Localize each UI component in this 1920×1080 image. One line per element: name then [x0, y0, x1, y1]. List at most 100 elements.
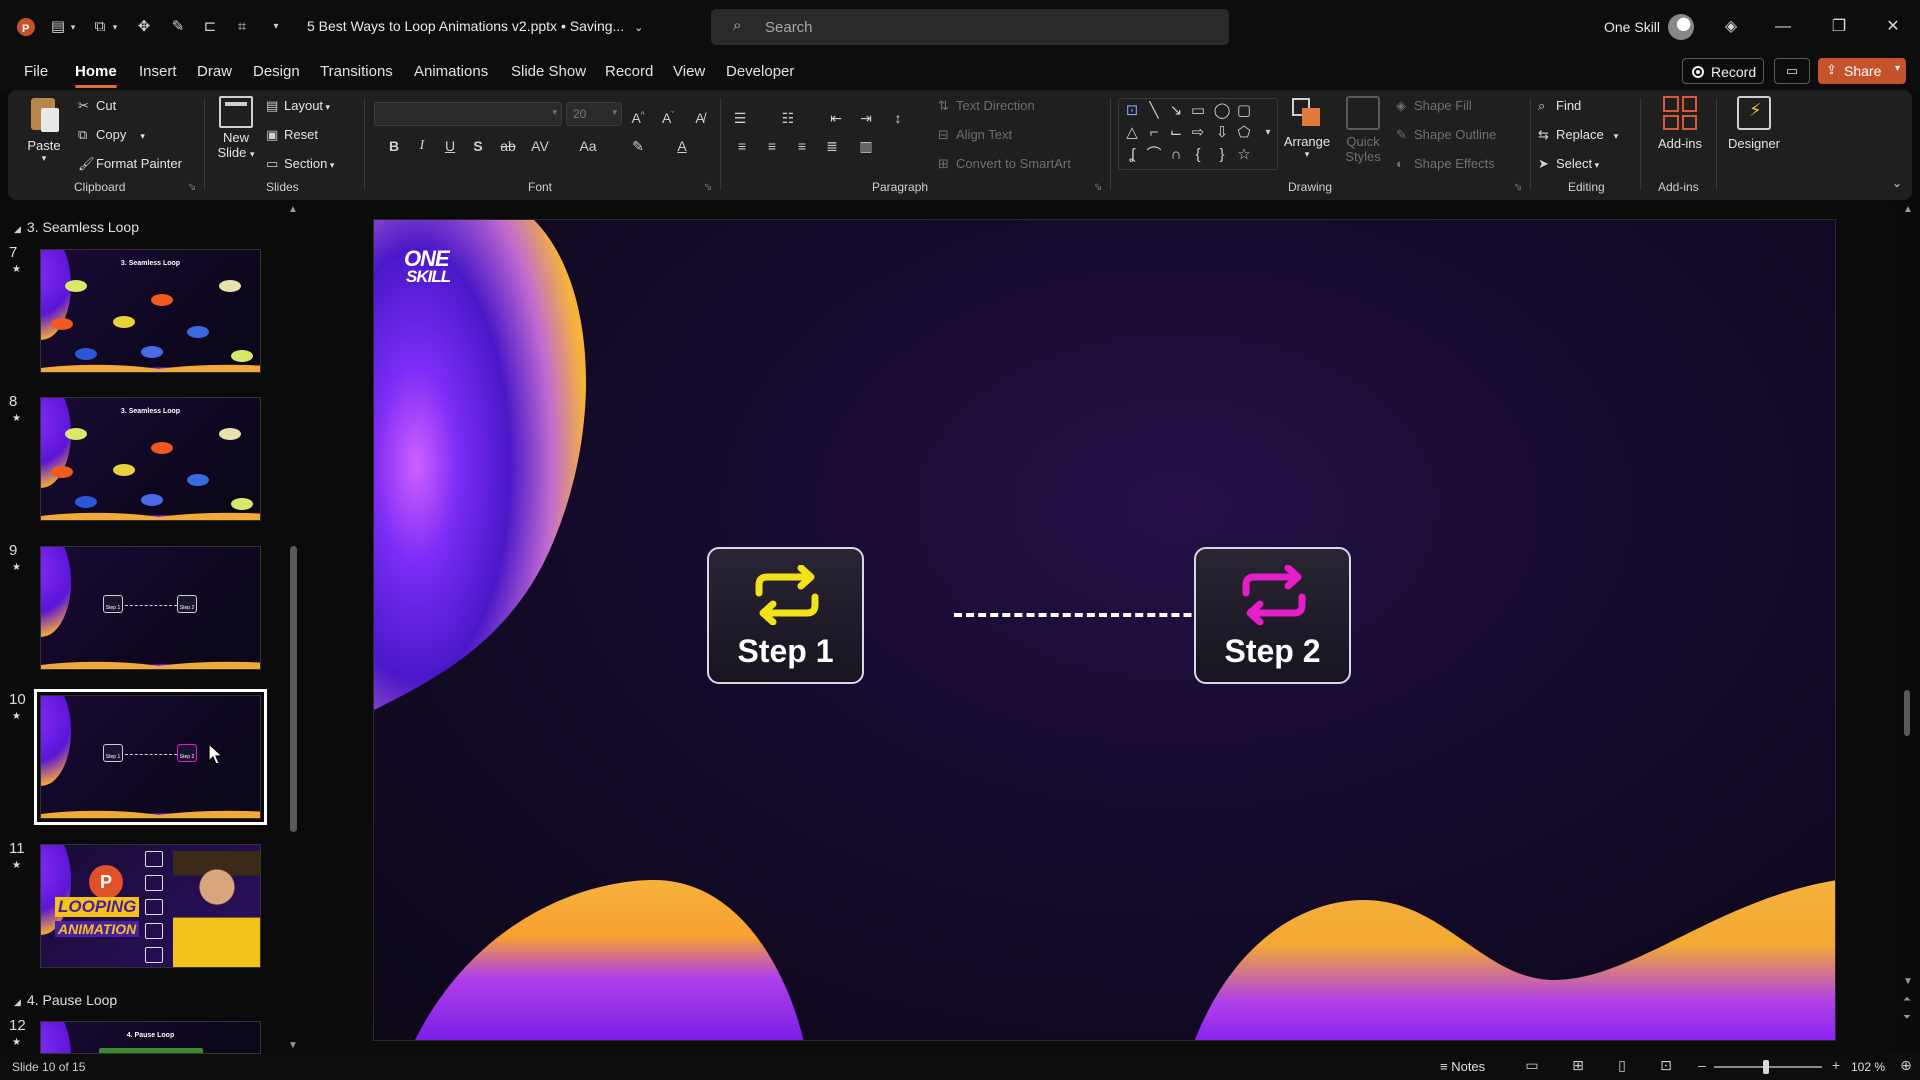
dialog-launcher-icon[interactable]: ⬂: [704, 182, 712, 193]
document-title[interactable]: 5 Best Ways to Loop Animations v2.pptx •…: [307, 18, 643, 34]
brace-right-shape-icon[interactable]: }: [1212, 146, 1232, 164]
collapse-triangle-icon[interactable]: ◢: [14, 997, 21, 1007]
quick-styles-button[interactable]: Quick Styles: [1338, 96, 1388, 164]
slide-thumbnail-8[interactable]: 3. Seamless Loop: [40, 397, 261, 521]
layout-button[interactable]: ▤ Layout ▾: [266, 98, 330, 114]
step-2-box[interactable]: Step 2: [1194, 547, 1351, 684]
align-right-icon[interactable]: ≡: [792, 138, 812, 154]
chevron-down-icon[interactable]: ⌄: [634, 22, 643, 34]
reading-view-icon[interactable]: ▯: [1612, 1057, 1632, 1075]
slide-thumbnail-9[interactable]: Step 1 Step 2: [40, 546, 261, 670]
decrease-indent-icon[interactable]: ⇤: [826, 110, 846, 127]
arrow-line-shape-icon[interactable]: ↘: [1166, 102, 1186, 120]
slide-sorter-view-icon[interactable]: ⊞: [1568, 1057, 1588, 1075]
change-case-icon[interactable]: Aa: [578, 138, 598, 154]
step-1-box[interactable]: Step 1: [707, 547, 864, 684]
search-input[interactable]: ⌕ Search: [711, 9, 1229, 45]
clear-formatting-icon[interactable]: A̸: [690, 110, 710, 126]
rounded-rect-shape-icon[interactable]: ▢: [1234, 102, 1254, 120]
dialog-launcher-icon[interactable]: ⬂: [188, 182, 196, 193]
tab-file[interactable]: File: [24, 63, 48, 80]
align-text-button[interactable]: ⊟ Align Text: [938, 127, 1012, 143]
comments-button[interactable]: ▭: [1774, 58, 1810, 84]
flowchart-shape-icon[interactable]: ⬠: [1234, 124, 1254, 142]
tab-design[interactable]: Design: [253, 63, 300, 80]
dialog-launcher-icon[interactable]: ⬂: [1514, 182, 1522, 193]
addins-button[interactable]: Add-ins: [1648, 96, 1712, 151]
tab-view[interactable]: View: [673, 63, 705, 80]
align-icon[interactable]: ⊏: [200, 17, 220, 37]
zoom-in-icon[interactable]: +: [1826, 1057, 1846, 1075]
record-button[interactable]: Record: [1682, 58, 1764, 84]
layout-icon[interactable]: ⧉: [90, 17, 110, 37]
collapse-triangle-icon[interactable]: ◢: [14, 224, 21, 234]
align-center-icon[interactable]: ≡: [762, 138, 782, 154]
brush-icon[interactable]: ✎: [168, 17, 188, 37]
align-left-icon[interactable]: ≡: [732, 138, 752, 154]
slide-10[interactable]: ONE SKILL Step 1 Step 2: [373, 219, 1836, 1041]
numbering-icon[interactable]: ☷: [778, 110, 798, 127]
paste-button[interactable]: Paste ▾: [22, 96, 66, 164]
slide-show-view-icon[interactable]: ⊡: [1656, 1057, 1676, 1075]
strikethrough-icon[interactable]: ab: [498, 138, 518, 154]
close-icon[interactable]: ✕: [1880, 14, 1906, 40]
underline-icon[interactable]: U: [440, 138, 460, 154]
scroll-up-icon[interactable]: ▲: [1903, 204, 1913, 215]
scroll-down-icon[interactable]: ▼: [1903, 976, 1913, 987]
canvas-scrollbar[interactable]: [1900, 206, 1914, 1046]
justify-icon[interactable]: ≣: [822, 138, 842, 155]
shadow-icon[interactable]: S: [468, 138, 488, 154]
font-name-combo[interactable]: ▾: [374, 102, 562, 126]
decrease-font-icon[interactable]: Aˇ: [658, 110, 678, 126]
curve-shape-icon[interactable]: ∩: [1166, 146, 1186, 164]
zoom-slider-knob[interactable]: [1763, 1060, 1769, 1074]
user-name[interactable]: One Skill: [1604, 19, 1660, 35]
convert-smartart-button[interactable]: ⊞ Convert to SmartArt: [938, 156, 1071, 172]
line-spacing-icon[interactable]: ↕: [888, 110, 908, 126]
chevron-down-icon[interactable]: ▾: [140, 131, 145, 141]
format-painter-button[interactable]: 🖌Format Painter: [78, 156, 182, 172]
move-icon[interactable]: ✥: [134, 17, 154, 37]
scroll-up-icon[interactable]: ▲: [288, 204, 298, 215]
tab-animations[interactable]: Animations: [414, 63, 488, 80]
notes-button[interactable]: ≡ Notes: [1440, 1059, 1485, 1074]
fit-to-window-icon[interactable]: ⊕: [1896, 1057, 1916, 1075]
brace-left-shape-icon[interactable]: {: [1188, 146, 1208, 164]
premium-diamond-icon[interactable]: ◈: [1718, 14, 1744, 40]
star-shape-icon[interactable]: ☆: [1234, 146, 1254, 164]
thumbnail-scroll-thumb[interactable]: [290, 546, 297, 832]
connector-shape-icon[interactable]: ⌐: [1144, 124, 1164, 142]
tab-slide-show[interactable]: Slide Show: [511, 63, 586, 80]
previous-slide-icon[interactable]: ⏶: [1903, 994, 1911, 1005]
normal-view-icon[interactable]: ▭: [1522, 1057, 1542, 1075]
freeform-shape-icon[interactable]: ʆ: [1122, 146, 1142, 164]
rectangle-shape-icon[interactable]: ▭: [1188, 102, 1208, 120]
arc-shape-icon[interactable]: ⌒: [1144, 146, 1164, 164]
shape-effects-button[interactable]: ◐ Shape Effects: [1396, 156, 1495, 171]
character-spacing-icon[interactable]: AV: [530, 138, 550, 154]
section-header-seamless-loop[interactable]: ◢ 3. Seamless Loop: [14, 219, 139, 235]
next-slide-icon[interactable]: ⏷: [1903, 1012, 1911, 1023]
copy-button[interactable]: ⧉ Copy ▾: [78, 127, 145, 143]
zoom-out-icon[interactable]: –: [1692, 1057, 1712, 1075]
bullets-icon[interactable]: ☰: [730, 110, 750, 127]
arrange-button[interactable]: Arrange ▾: [1278, 96, 1336, 160]
chevron-down-icon[interactable]: ▾: [110, 17, 120, 37]
line-shape-icon[interactable]: ╲: [1144, 102, 1164, 120]
increase-font-icon[interactable]: A^: [628, 110, 648, 126]
highlight-icon[interactable]: ✎: [628, 138, 648, 155]
font-size-combo[interactable]: 20 ▾: [566, 102, 622, 126]
bold-icon[interactable]: B: [384, 138, 404, 154]
slide-thumbnail-10[interactable]: Step 1 Step 2: [34, 689, 267, 825]
increase-indent-icon[interactable]: ⇥: [856, 110, 876, 127]
dialog-launcher-icon[interactable]: ⬂: [1094, 182, 1102, 193]
slide-thumbnail-12[interactable]: 4. Pause Loop: [40, 1021, 261, 1054]
oval-shape-icon[interactable]: ◯: [1212, 102, 1232, 120]
gallery-more-icon[interactable]: ▾: [1258, 124, 1278, 142]
reset-button[interactable]: ▣ Reset: [266, 127, 318, 143]
designer-button[interactable]: ⚡ Designer: [1718, 96, 1790, 151]
tab-record[interactable]: Record: [605, 63, 653, 80]
chevron-down-icon[interactable]: ▾: [68, 17, 78, 37]
tab-home[interactable]: Home: [75, 63, 117, 88]
shape-outline-button[interactable]: ✎ Shape Outline: [1396, 127, 1496, 143]
